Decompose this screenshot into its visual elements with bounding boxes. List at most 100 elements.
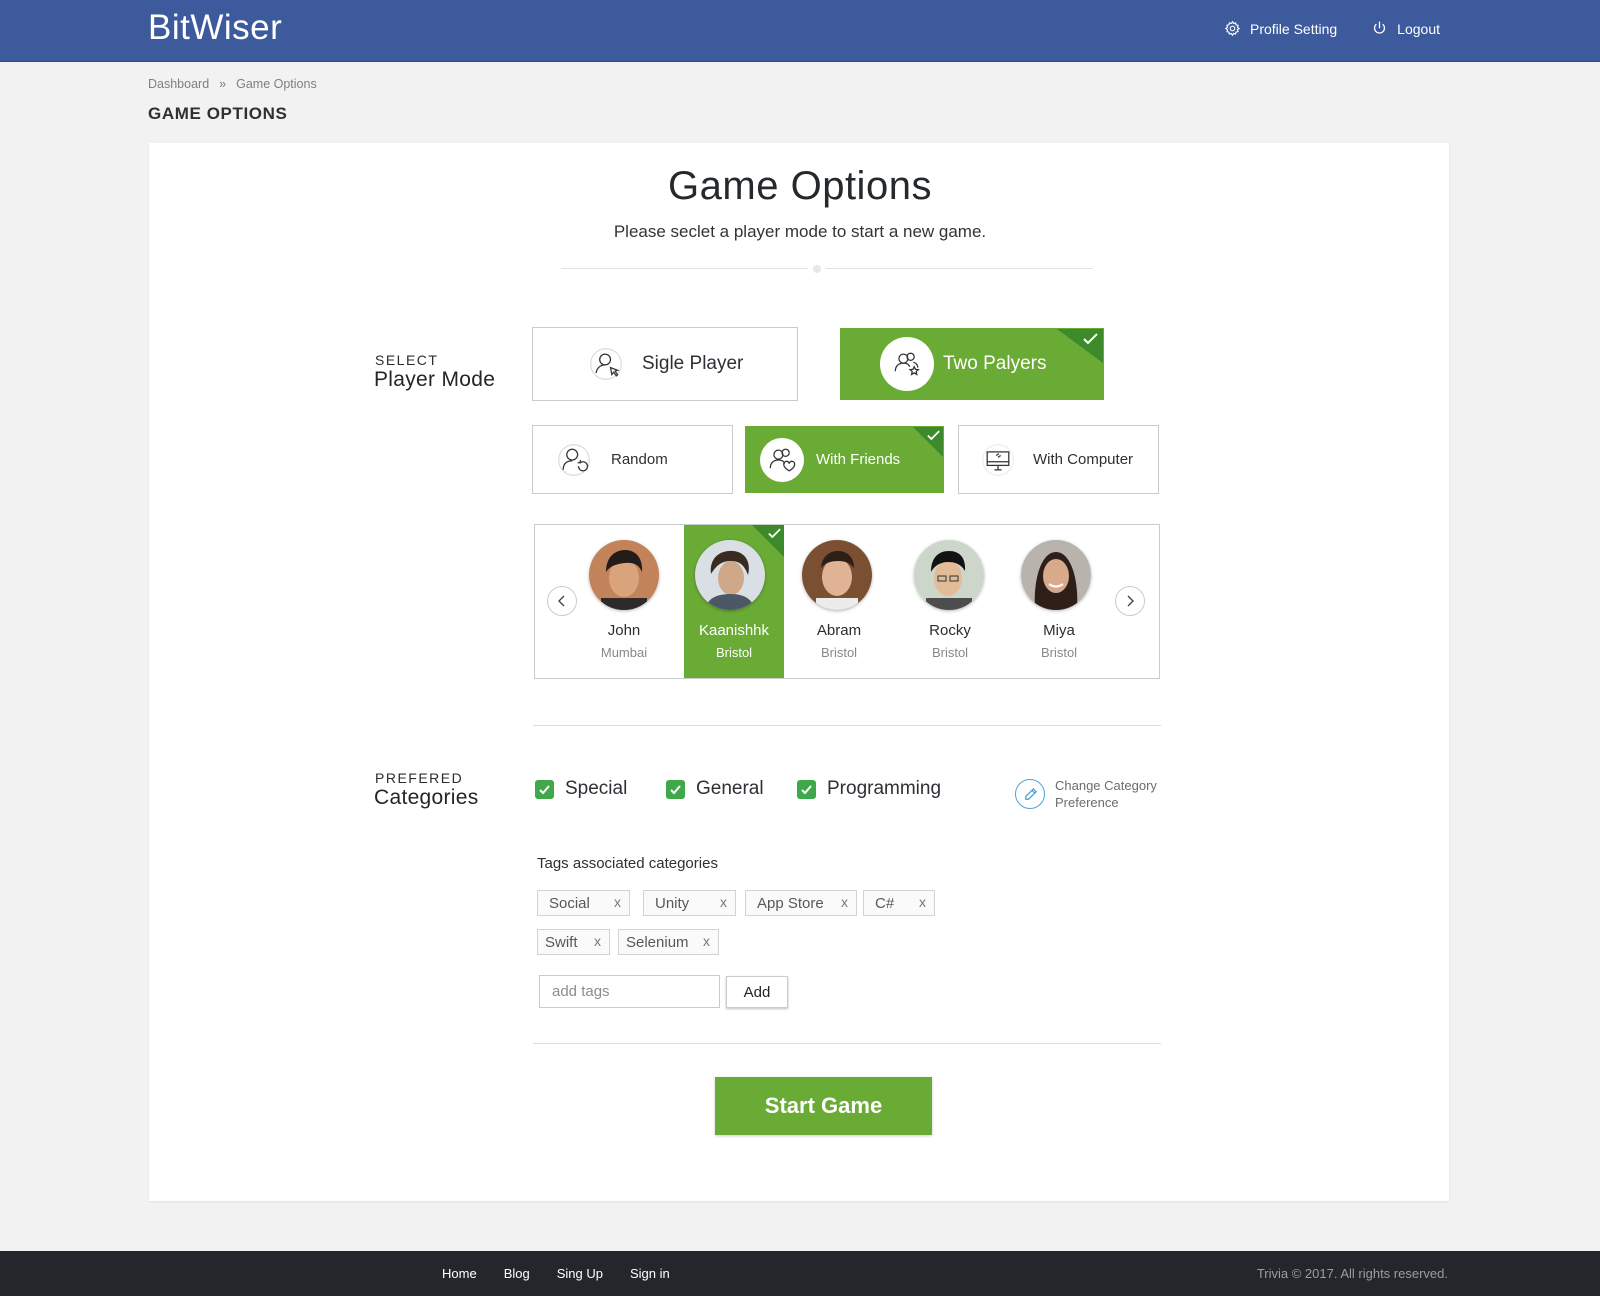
checkbox-checked-icon [535, 779, 554, 799]
category-label: Programming [827, 778, 942, 799]
category-label: General [696, 778, 764, 799]
footer: Home Blog Sing Up Sign in Trivia © 2017.… [0, 1251, 1600, 1296]
tag-chip: Swift x [537, 929, 610, 955]
friend-city: Bristol [820, 645, 858, 660]
footer-link-home[interactable]: Home [442, 1266, 477, 1281]
card-subtitle: Please seclet a player mode to start a n… [613, 222, 987, 241]
friend-rocky[interactable]: Rocky Bristol [895, 525, 1005, 678]
friend-name: Abram [816, 622, 862, 639]
friend-abram[interactable]: Abram Bristol [789, 525, 889, 678]
checkbox-checked-icon [797, 779, 816, 799]
tag-label: C# [875, 894, 895, 912]
remove-tag-icon[interactable]: x [614, 894, 621, 910]
tag-chip: Unity x [643, 890, 736, 916]
player-mode-label-small: SELECT [375, 352, 439, 368]
checkbox-checked-icon [666, 779, 685, 799]
with-computer-label: With Computer [1033, 451, 1134, 468]
category-programming-checkbox[interactable]: Programming [797, 778, 941, 800]
footer-link-blog[interactable]: Blog [504, 1266, 530, 1281]
top-nav: Profile Setting Logout [1224, 0, 1440, 57]
footer-link-signin[interactable]: Sign in [630, 1266, 670, 1281]
friend-kaanishhk[interactable]: Kaanishhk Bristol [684, 525, 784, 678]
chevron-right-icon [1127, 595, 1134, 607]
start-game-button[interactable]: Start Game [715, 1077, 932, 1135]
random-label: Random [611, 451, 668, 468]
top-navbar: BitWiser Profile Setting Logout [0, 0, 1600, 62]
tag-chip: App Store x [745, 890, 857, 916]
remove-tag-icon[interactable]: x [720, 894, 727, 910]
user-refresh-icon [551, 437, 597, 483]
with-friends-option[interactable]: With Friends [745, 426, 944, 493]
single-player-label: Sigle Player [642, 353, 744, 374]
tags-label: Tags associated categories [537, 855, 718, 872]
remove-tag-icon[interactable]: x [594, 933, 601, 949]
title-divider-dot [813, 265, 821, 273]
categories-label: Categories [374, 786, 479, 809]
friend-city: Bristol [931, 645, 969, 660]
carousel-next-button[interactable] [1115, 586, 1145, 616]
category-label: Special [565, 778, 628, 799]
remove-tag-icon[interactable]: x [919, 894, 926, 910]
title-divider-left [561, 268, 808, 269]
avatar [914, 540, 984, 610]
change-category-preference-link[interactable]: Change Category Preference [1015, 777, 1157, 811]
card-title: Game Options [668, 164, 932, 208]
tag-label: Swift [545, 933, 578, 951]
remove-tag-icon[interactable]: x [841, 894, 848, 910]
gear-icon [1224, 20, 1241, 37]
chevron-left-icon [558, 595, 565, 607]
brand-logo[interactable]: BitWiser [148, 8, 282, 48]
tag-label: Selenium [626, 933, 689, 951]
tag-chip: Social x [537, 890, 630, 916]
tag-label: Social [549, 894, 590, 912]
random-option[interactable]: Random [532, 425, 733, 494]
page-title: GAME OPTIONS [148, 104, 288, 123]
change-pref-line-2: Preference [1055, 795, 1119, 810]
users-heart-icon [760, 437, 804, 482]
section-divider [533, 1043, 1161, 1044]
tag-chip: Selenium x [618, 929, 719, 955]
with-computer-option[interactable]: With Computer [958, 425, 1159, 494]
avatar [1021, 540, 1091, 610]
footer-link-signup[interactable]: Sing Up [557, 1266, 603, 1281]
tag-label: Unity [655, 894, 690, 912]
with-friends-label: With Friends [816, 451, 901, 468]
monitor-icon [975, 437, 1021, 483]
breadcrumb-current: Game Options [236, 77, 317, 91]
title-divider-right [826, 268, 1093, 269]
breadcrumb-dashboard[interactable]: Dashboard [148, 77, 209, 91]
profile-setting-label: Profile Setting [1250, 20, 1338, 37]
category-special-checkbox[interactable]: Special [535, 778, 627, 800]
change-pref-line-1: Change Category [1055, 778, 1157, 793]
breadcrumb: Dashboard » Game Options [148, 77, 317, 91]
two-players-option[interactable]: Two Palyers [840, 328, 1104, 400]
friend-city: Bristol [1040, 645, 1078, 660]
avatar [589, 540, 659, 610]
friend-name: Rocky [929, 622, 971, 639]
avatar [802, 540, 872, 610]
friends-carousel: John Mumbai Kaanishhk Bristol Abram Bris… [534, 524, 1160, 679]
check-icon [768, 528, 781, 539]
logout-label: Logout [1397, 20, 1440, 37]
user-pointer-icon [583, 341, 629, 387]
section-divider [533, 725, 1161, 726]
add-tags-input[interactable] [539, 975, 720, 1008]
profile-setting-link[interactable]: Profile Setting [1224, 20, 1337, 37]
friend-miya[interactable]: Miya Bristol [1009, 525, 1109, 678]
change-pref-text: Change Category Preference [1055, 777, 1157, 811]
categories-label-small: PREFERED [375, 770, 464, 786]
check-icon [1083, 333, 1098, 345]
friend-name: John [607, 622, 641, 639]
friend-city: Mumbai [600, 645, 648, 660]
check-icon [927, 430, 940, 441]
breadcrumb-separator: » [219, 77, 227, 91]
footer-nav: Home Blog Sing Up Sign in [442, 1251, 670, 1296]
category-general-checkbox[interactable]: General [666, 778, 764, 800]
add-tag-button[interactable]: Add [726, 976, 788, 1008]
logout-link[interactable]: Logout [1371, 20, 1440, 37]
pencil-icon [1015, 779, 1045, 809]
friend-john[interactable]: John Mumbai [569, 525, 679, 678]
tag-chip: C# x [863, 890, 935, 916]
single-player-option[interactable]: Sigle Player [532, 327, 798, 401]
remove-tag-icon[interactable]: x [703, 933, 710, 949]
